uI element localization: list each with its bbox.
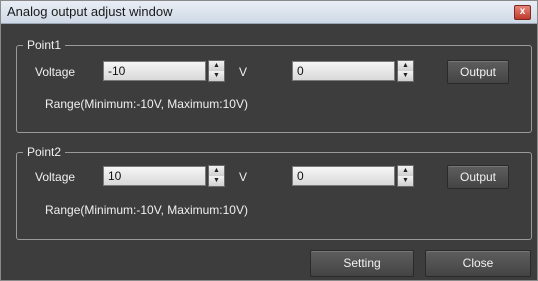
point1-legend: Point1	[23, 38, 66, 52]
point2-unit-label: V	[239, 170, 248, 184]
point1-range-text: Range(Minimum:-10V, Maximum:10V)	[45, 97, 248, 111]
window-title: Analog output adjust window	[7, 4, 173, 19]
point2-voltage-label: Voltage	[35, 170, 76, 184]
close-window-icon[interactable]: x	[514, 5, 531, 20]
point2-voltage-spinner[interactable]: ▲ ▼	[208, 165, 225, 187]
spin-down-icon[interactable]: ▼	[209, 71, 224, 81]
point2-group: Point2 Voltage 10 ▲ ▼ V 0 ▲ ▼ Output Ran…	[16, 145, 532, 240]
point2-output-input[interactable]: 0	[292, 166, 395, 186]
point2-output-spinner[interactable]: ▲ ▼	[397, 165, 414, 187]
point2-range-text: Range(Minimum:-10V, Maximum:10V)	[45, 203, 248, 217]
point1-voltage-input[interactable]: -10	[103, 61, 206, 81]
point1-voltage-label: Voltage	[35, 65, 76, 79]
point2-voltage-input[interactable]: 10	[103, 166, 206, 186]
point1-voltage-spinner[interactable]: ▲ ▼	[208, 60, 225, 82]
point1-output-button[interactable]: Output	[447, 60, 509, 84]
point2-output-button[interactable]: Output	[447, 165, 509, 189]
point1-output-spinner[interactable]: ▲ ▼	[397, 60, 414, 82]
spin-down-icon[interactable]: ▼	[209, 176, 224, 186]
point2-legend: Point2	[23, 145, 66, 159]
point1-output-input[interactable]: 0	[292, 61, 395, 81]
title-bar[interactable]: Analog output adjust window x	[1, 1, 537, 24]
setting-button[interactable]: Setting	[310, 250, 414, 277]
analog-output-adjust-window: Analog output adjust window x Point1 Vol…	[0, 0, 538, 281]
close-button[interactable]: Close	[425, 250, 531, 277]
spin-down-icon[interactable]: ▼	[398, 71, 413, 81]
point1-group: Point1 Voltage -10 ▲ ▼ V 0 ▲ ▼ Output Ra…	[16, 38, 532, 133]
spin-down-icon[interactable]: ▼	[398, 176, 413, 186]
point1-unit-label: V	[239, 65, 248, 79]
